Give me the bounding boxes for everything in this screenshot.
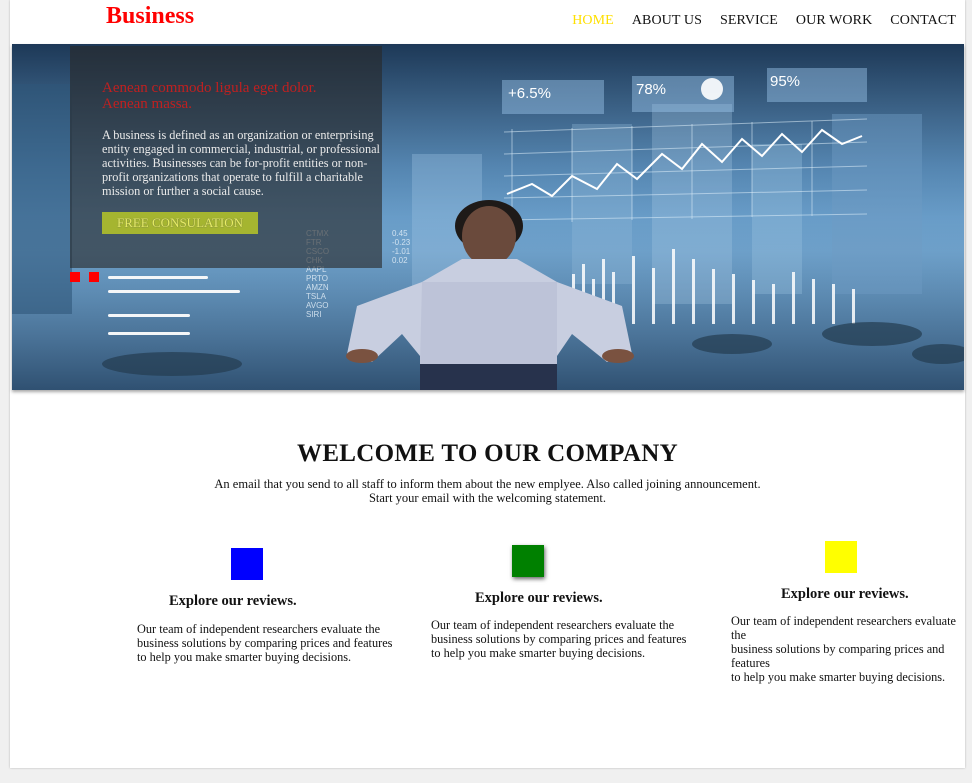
feature-2-text: Our team of independent researchers eval… bbox=[431, 618, 687, 660]
svg-text:-0.23: -0.23 bbox=[392, 238, 411, 247]
brand-logo[interactable]: Business bbox=[106, 3, 194, 30]
welcome-line-2: Start your email with the welcoming stat… bbox=[368, 491, 607, 505]
hero-banner: +6.5% 78% 95% AAPL PRTO AMZN TSLA AVGO S… bbox=[12, 44, 964, 390]
welcome-heading: WELCOME TO OUR COMPANY bbox=[297, 440, 678, 467]
decorative-line bbox=[108, 314, 190, 317]
page: Business HOME ABOUT US SERVICE OUR WORK … bbox=[10, 0, 965, 768]
feature-1-text: Our team of independent researchers eval… bbox=[137, 622, 393, 664]
stat-2: 78% bbox=[636, 81, 666, 98]
feature-2-icon bbox=[512, 545, 544, 577]
svg-text:SIRI: SIRI bbox=[306, 310, 322, 319]
svg-text:AMZN: AMZN bbox=[306, 283, 329, 292]
nav-home[interactable]: HOME bbox=[563, 13, 623, 29]
slider-dot-2[interactable] bbox=[89, 272, 99, 282]
free-consultation-button[interactable]: FREE CONSULATION bbox=[102, 212, 258, 234]
svg-text:0.45: 0.45 bbox=[392, 229, 408, 238]
feature-3-text-line-2: business solutions by comparing prices a… bbox=[731, 642, 945, 670]
feature-1-icon bbox=[231, 548, 263, 580]
feature-3-text-line-1: Our team of independent researchers eval… bbox=[731, 614, 956, 642]
feature-2-heading: Explore our reviews. bbox=[475, 590, 603, 606]
svg-text:-1.01: -1.01 bbox=[392, 247, 411, 256]
svg-text:0.02: 0.02 bbox=[392, 256, 408, 265]
svg-text:AVGO: AVGO bbox=[306, 301, 329, 310]
stat-3: 95% bbox=[770, 73, 800, 90]
feature-3-text-line-3: to help you make smarter buying decision… bbox=[731, 670, 946, 684]
feature-3-icon bbox=[825, 541, 857, 573]
site-header: Business HOME ABOUT US SERVICE OUR WORK … bbox=[10, 0, 965, 44]
main-nav: HOME ABOUT US SERVICE OUR WORK CONTACT bbox=[563, 13, 965, 29]
stat-1: +6.5% bbox=[508, 85, 551, 102]
svg-text:PRTO: PRTO bbox=[306, 274, 328, 283]
feature-1-heading: Explore our reviews. bbox=[169, 593, 297, 609]
slider-dot-1[interactable] bbox=[70, 272, 80, 282]
welcome-line-1: An email that you send to all staff to i… bbox=[214, 477, 761, 491]
feature-3-heading: Explore our reviews. bbox=[781, 586, 909, 602]
decorative-line bbox=[108, 290, 240, 293]
decorative-line bbox=[108, 276, 208, 279]
welcome-description: An email that you send to all staff to i… bbox=[10, 477, 965, 505]
nav-service[interactable]: SERVICE bbox=[711, 13, 787, 29]
svg-text:TSLA: TSLA bbox=[306, 292, 327, 301]
hero-description: A business is defined as an organization… bbox=[102, 128, 380, 198]
decorative-line bbox=[108, 332, 190, 335]
hero-title: Aenean commodo ligula eget dolor. Aenean… bbox=[102, 80, 317, 112]
nav-contact[interactable]: CONTACT bbox=[881, 13, 965, 29]
nav-about-us[interactable]: ABOUT US bbox=[623, 13, 711, 29]
nav-our-work[interactable]: OUR WORK bbox=[787, 13, 881, 29]
feature-3-text: Our team of independent researchers eval… bbox=[731, 614, 963, 684]
